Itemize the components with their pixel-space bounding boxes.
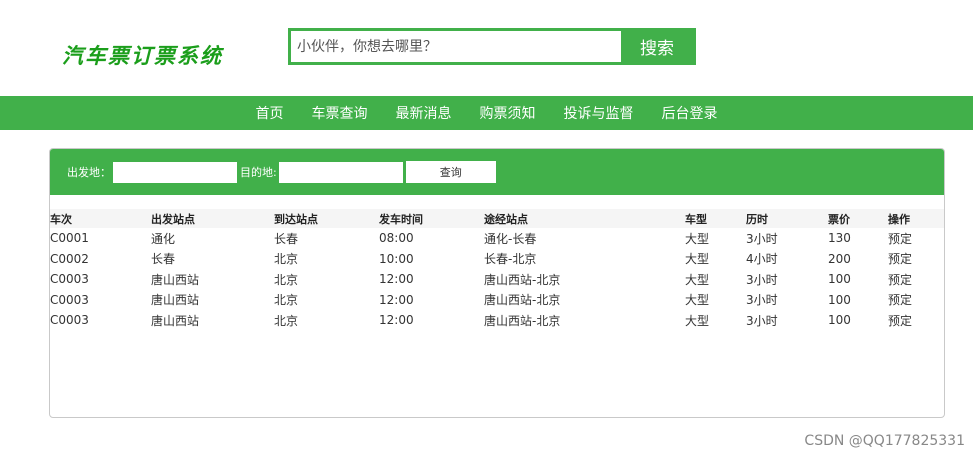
nav-ticket-query[interactable]: 车票查询 <box>312 103 368 123</box>
nav-home[interactable]: 首页 <box>256 103 284 123</box>
col-depart-time: 发车时间 <box>379 212 423 226</box>
to-input[interactable] <box>278 161 403 183</box>
table-row: C0003 唐山西站 北京 12:00 唐山西站-北京 大型 3小时 100 预定 <box>50 269 944 290</box>
cell-via: 唐山西站-北京 <box>484 293 561 308</box>
cell-arrival: 北京 <box>274 313 299 328</box>
cell-price: 100 <box>828 313 851 328</box>
cell-duration: 3小时 <box>746 313 778 328</box>
cell-price: 200 <box>828 251 851 266</box>
cell-train-no: C0003 <box>50 292 89 307</box>
cell-book-link[interactable]: 预定 <box>888 249 944 270</box>
nav-admin-login[interactable]: 后台登录 <box>662 103 718 123</box>
cell-depart-time: 12:00 <box>379 272 414 287</box>
header: 汽车票订票系统 搜索 <box>0 0 979 96</box>
cell-train-no: C0003 <box>50 313 89 328</box>
ticket-panel: 出发地： 目的地: 查询 车次 出发站点 到达站点 发车时间 途经站点 车型 历… <box>49 148 945 418</box>
col-duration: 历时 <box>746 212 768 226</box>
cell-train-no: C0001 <box>50 231 89 246</box>
cell-via: 通化-长春 <box>484 231 537 246</box>
col-via: 途经站点 <box>484 212 528 226</box>
cell-arrival: 长春 <box>274 231 299 246</box>
table-row: C0003 唐山西站 北京 12:00 唐山西站-北京 大型 3小时 100 预定 <box>50 310 944 331</box>
cell-arrival: 北京 <box>274 293 299 308</box>
nav-purchase-notice[interactable]: 购票须知 <box>480 103 536 123</box>
cell-departure: 长春 <box>151 252 176 267</box>
main-nav: 首页 车票查询 最新消息 购票须知 投诉与监督 后台登录 <box>0 96 973 130</box>
cell-train-no: C0003 <box>50 272 89 287</box>
col-action: 操作 <box>888 212 910 226</box>
cell-book-link[interactable]: 预定 <box>888 310 944 331</box>
cell-via: 唐山西站-北京 <box>484 313 561 328</box>
cell-train-no: C0002 <box>50 251 89 266</box>
nav-complaints[interactable]: 投诉与监督 <box>564 103 634 123</box>
cell-duration: 3小时 <box>746 293 778 308</box>
cell-book-link[interactable]: 预定 <box>888 290 944 311</box>
cell-bus-type: 大型 <box>685 313 710 328</box>
search-bar: 搜索 <box>288 28 696 65</box>
cell-price: 130 <box>828 231 851 246</box>
cell-departure: 唐山西站 <box>151 293 200 308</box>
col-bus-type: 车型 <box>685 212 707 226</box>
cell-via: 唐山西站-北京 <box>484 272 561 287</box>
table-row: C0001 通化 长春 08:00 通化-长春 大型 3小时 130 预定 <box>50 228 944 249</box>
cell-bus-type: 大型 <box>685 272 710 287</box>
cell-arrival: 北京 <box>274 252 299 267</box>
ticket-table: 车次 出发站点 到达站点 发车时间 途经站点 车型 历时 票价 操作 C0001… <box>50 209 944 331</box>
cell-departure: 通化 <box>151 231 176 246</box>
cell-depart-time: 08:00 <box>379 231 414 246</box>
search-button[interactable]: 搜索 <box>621 31 693 62</box>
cell-departure: 唐山西站 <box>151 272 200 287</box>
cell-arrival: 北京 <box>274 272 299 287</box>
site-logo: 汽车票订票系统 <box>62 43 223 68</box>
watermark: CSDN @QQ177825331 <box>804 433 965 449</box>
cell-depart-time: 12:00 <box>379 292 414 307</box>
query-button[interactable]: 查询 <box>405 161 496 183</box>
cell-via: 长春-北京 <box>484 252 537 267</box>
to-label: 目的地: <box>240 166 277 179</box>
cell-book-link[interactable]: 预定 <box>888 269 944 290</box>
cell-bus-type: 大型 <box>685 231 710 246</box>
cell-duration: 3小时 <box>746 231 778 246</box>
col-price: 票价 <box>828 212 850 226</box>
cell-depart-time: 10:00 <box>379 251 414 266</box>
col-train-no: 车次 <box>50 212 72 226</box>
from-input[interactable] <box>113 161 237 183</box>
cell-price: 100 <box>828 272 851 287</box>
cell-depart-time: 12:00 <box>379 313 414 328</box>
table-row: C0003 唐山西站 北京 12:00 唐山西站-北京 大型 3小时 100 预定 <box>50 290 944 311</box>
filter-bar: 出发地： 目的地: 查询 <box>50 149 944 195</box>
cell-bus-type: 大型 <box>685 293 710 308</box>
col-arrival: 到达站点 <box>274 212 318 226</box>
cell-price: 100 <box>828 292 851 307</box>
cell-book-link[interactable]: 预定 <box>888 228 944 249</box>
from-label: 出发地： <box>67 166 111 179</box>
search-input[interactable] <box>291 31 621 62</box>
table-header-row: 车次 出发站点 到达站点 发车时间 途经站点 车型 历时 票价 操作 <box>50 209 944 228</box>
cell-bus-type: 大型 <box>685 252 710 267</box>
cell-duration: 4小时 <box>746 252 778 267</box>
cell-duration: 3小时 <box>746 272 778 287</box>
col-departure: 出发站点 <box>151 212 195 226</box>
cell-departure: 唐山西站 <box>151 313 200 328</box>
nav-latest-news[interactable]: 最新消息 <box>396 103 452 123</box>
table-row: C0002 长春 北京 10:00 长春-北京 大型 4小时 200 预定 <box>50 249 944 270</box>
